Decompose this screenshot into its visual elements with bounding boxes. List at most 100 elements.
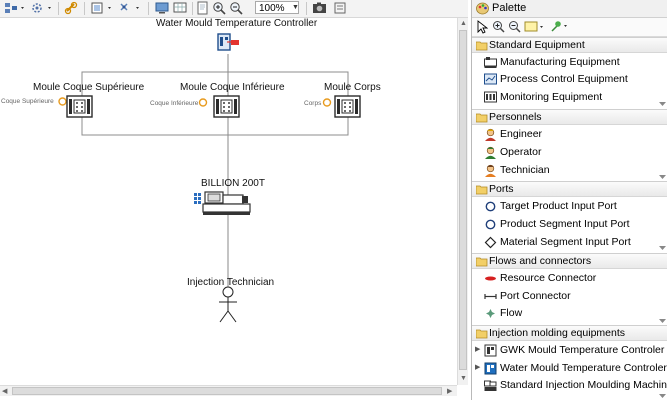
mould-label-3: Moule Corps <box>324 82 381 93</box>
mould-label-2: Moule Coque Inférieure <box>180 82 285 93</box>
palette-item-label: Monitoring Equipment <box>500 91 603 103</box>
editor-toolbar: 100% ▼ <box>0 0 468 18</box>
drawer-injection-molding-equipments[interactable]: Injection molding equipments <box>472 325 667 341</box>
layout-button[interactable] <box>90 1 116 15</box>
arrange-icon <box>120 3 139 11</box>
drawer-title: Injection molding equipments <box>489 327 625 339</box>
expand-arrow-icon[interactable]: ▶ <box>475 363 480 371</box>
vertical-scroll-thumb[interactable] <box>459 30 467 370</box>
drawer-scroll-arrow[interactable] <box>658 175 667 179</box>
zoom-fit-button[interactable] <box>196 1 210 15</box>
drawer-scroll-arrow[interactable] <box>658 319 667 323</box>
mould-node-3[interactable] <box>322 94 366 120</box>
palette-item-flow[interactable]: Flow <box>472 305 662 322</box>
palette-tool-row <box>472 18 667 37</box>
resource-connector-icon <box>485 276 496 281</box>
palette-item-product-segment-input-port[interactable]: Product Segment Input Port <box>472 216 662 233</box>
arrange-button[interactable] <box>118 1 144 15</box>
palette-panel: Palette Standard Equipment Manufacturing… <box>471 0 667 400</box>
zoom-out-button[interactable] <box>229 1 243 15</box>
drawer-personnels[interactable]: Personnels <box>472 109 667 125</box>
zoom-dropdown-arrow[interactable]: ▼ <box>292 1 300 14</box>
zoom-level-value: 100% <box>259 3 285 14</box>
port-circle-icon[interactable] <box>322 98 332 107</box>
water-controller-icon[interactable] <box>216 32 242 54</box>
palette-item-label: Technician <box>500 164 550 176</box>
port-label-3: Corps <box>304 100 322 107</box>
palette-item-label: Standard Injection Moulding Machine <box>500 379 667 391</box>
palette-item-technician[interactable]: Technician <box>472 162 662 179</box>
select-tool-button[interactable] <box>3 1 27 15</box>
palette-item-gwk-controller[interactable]: ▶ GWK Mould Temperature Controler <box>472 342 664 359</box>
process-control-equipment-icon <box>484 73 497 85</box>
zoom-in-icon <box>213 2 226 15</box>
palette-item-engineer[interactable]: Engineer <box>472 126 662 143</box>
mould-node-2[interactable] <box>198 94 242 120</box>
palette-item-resource-connector[interactable]: Resource Connector <box>472 270 662 287</box>
technician-actor-icon[interactable] <box>216 286 240 324</box>
properties-icon <box>334 2 346 14</box>
screen-button[interactable] <box>154 1 170 15</box>
port-connector-icon <box>484 294 497 299</box>
drawer-flows-and-connectors[interactable]: Flows and connectors <box>472 253 667 269</box>
port-label-2: Coque Inférieure <box>150 100 199 107</box>
palette-item-label: Product Segment Input Port <box>500 218 630 230</box>
drawer-ports[interactable]: Ports <box>472 181 667 197</box>
pointer-tool-icon[interactable] <box>476 20 488 34</box>
connection-tool-button[interactable] <box>30 1 54 15</box>
screen-icon <box>155 2 169 14</box>
port-circle-icon[interactable] <box>58 97 67 106</box>
palette-item-target-product-input-port[interactable]: Target Product Input Port <box>472 198 662 215</box>
canvas-horizontal-scrollbar[interactable]: ◀ ▶ <box>0 385 457 396</box>
scroll-left-arrow[interactable]: ◀ <box>2 387 7 396</box>
palette-item-label: Resource Connector <box>500 272 597 284</box>
palette-item-label: Engineer <box>500 128 543 140</box>
palette-item-label: Material Segment Input Port <box>500 236 631 248</box>
pin-tool-icon[interactable] <box>549 20 571 33</box>
zoom-out-icon[interactable] <box>508 20 521 33</box>
mould-node-1[interactable] <box>58 94 94 120</box>
note-tool-icon[interactable] <box>524 21 546 33</box>
palette-item-label: Target Product Input Port <box>500 200 617 212</box>
export-image-button[interactable] <box>311 1 327 15</box>
horizontal-scroll-thumb[interactable] <box>12 387 442 395</box>
palette-item-water-controller[interactable]: ▶ Water Mould Temperature Controler <box>472 360 667 377</box>
canvas-vertical-scrollbar[interactable]: ▲ ▼ <box>457 18 468 385</box>
palette-item-label: Port Connector <box>500 290 571 302</box>
drawer-standard-equipment[interactable]: Standard Equipment <box>472 37 667 53</box>
drawer-scroll-arrow[interactable] <box>658 394 667 398</box>
port-label-1: Coque Supérieure <box>1 98 54 105</box>
palette-item-operator[interactable]: Operator <box>472 144 662 161</box>
scroll-right-arrow[interactable]: ▶ <box>447 387 452 396</box>
palette-item-material-segment-input-port[interactable]: Material Segment Input Port <box>472 234 662 251</box>
palette-item-injection-machine[interactable]: Standard Injection Moulding Machine <box>472 377 667 394</box>
palette-item-port-connector[interactable]: Port Connector <box>472 288 662 305</box>
drawer-scroll-arrow[interactable] <box>658 246 667 250</box>
layout-icon <box>91 2 111 14</box>
palette-item-monitoring-equipment[interactable]: Monitoring Equipment <box>472 89 662 106</box>
grid-button[interactable] <box>172 1 188 15</box>
palette-item-label: Process Control Equipment <box>500 73 628 85</box>
scroll-down-arrow[interactable]: ▼ <box>460 374 467 383</box>
drawer-scroll-arrow[interactable] <box>658 102 667 106</box>
diamond-port-icon <box>484 236 497 249</box>
link-button[interactable] <box>63 1 79 15</box>
link-icon <box>64 1 78 15</box>
engineer-icon <box>485 128 496 141</box>
scroll-up-arrow[interactable]: ▲ <box>460 19 467 28</box>
monitoring-equipment-icon <box>484 91 497 103</box>
injection-machine-icon[interactable] <box>194 190 254 216</box>
folder-icon <box>476 113 488 123</box>
palette-item-manufacturing-equipment[interactable]: Manufacturing Equipment <box>472 54 662 71</box>
zoom-in-button[interactable] <box>212 1 226 15</box>
select-icon <box>5 3 24 13</box>
properties-button[interactable] <box>332 1 348 15</box>
circle-port-icon <box>485 219 496 230</box>
diagram-canvas[interactable]: Water Mould Temperature Controller Moule… <box>0 18 457 385</box>
palette-item-process-control-equipment[interactable]: Process Control Equipment <box>472 71 662 88</box>
injection-machine-icon <box>484 380 497 391</box>
expand-arrow-icon[interactable]: ▶ <box>475 345 480 353</box>
port-circle-icon[interactable] <box>198 98 208 107</box>
zoom-in-icon[interactable] <box>492 20 505 33</box>
operator-icon <box>485 146 496 159</box>
